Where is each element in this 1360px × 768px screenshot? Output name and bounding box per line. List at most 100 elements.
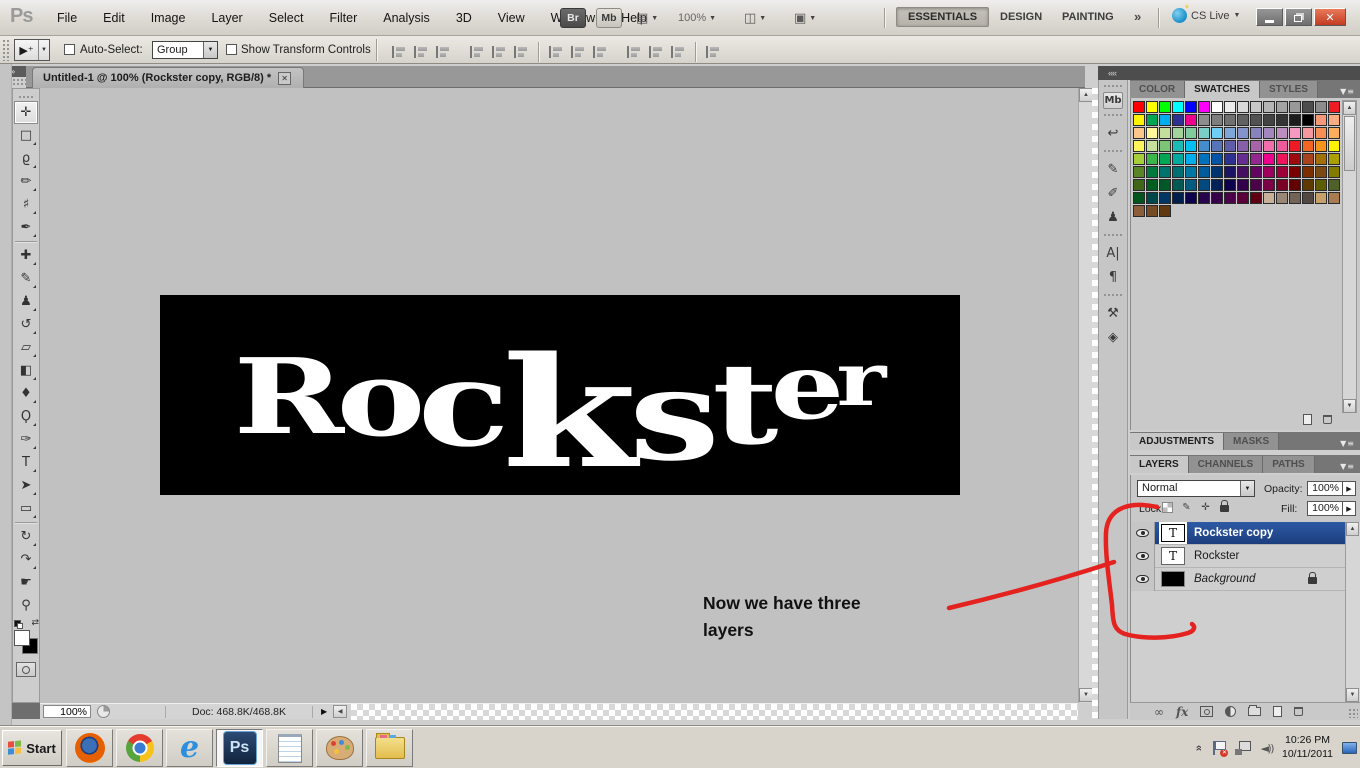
scroll-up-icon[interactable]: ▲ bbox=[1343, 101, 1356, 115]
action-center-icon[interactable]: ✕ bbox=[1211, 740, 1226, 756]
swatch[interactable] bbox=[1185, 140, 1197, 152]
swatch[interactable] bbox=[1302, 166, 1314, 178]
tools-panel-grip[interactable] bbox=[18, 95, 34, 99]
swatch[interactable] bbox=[1185, 153, 1197, 165]
swatch[interactable] bbox=[1211, 192, 1223, 204]
panel-menu-icon[interactable]: ▼≡ bbox=[1340, 439, 1360, 450]
visibility-toggle[interactable] bbox=[1131, 522, 1155, 545]
pen-tool[interactable]: ✑ bbox=[14, 428, 38, 451]
new-group-button[interactable] bbox=[1248, 707, 1261, 716]
new-swatch-button[interactable] bbox=[1300, 413, 1314, 426]
swatch[interactable] bbox=[1315, 114, 1327, 126]
layer-row-background[interactable]: Background bbox=[1131, 568, 1345, 591]
3d-camera-rotate-tool[interactable]: ↷ bbox=[14, 548, 38, 571]
workspace-tab-essentials[interactable]: ESSENTIALS bbox=[896, 7, 989, 27]
taskbar-item-photoshop[interactable]: Ps bbox=[216, 729, 263, 767]
swatch[interactable] bbox=[1211, 101, 1223, 113]
swatch[interactable] bbox=[1211, 140, 1223, 152]
3d-panel[interactable]: ◈ bbox=[1101, 325, 1125, 349]
zoom-level-control[interactable]: 100%▼ bbox=[678, 8, 716, 28]
launch-bridge-button[interactable]: Br bbox=[560, 8, 586, 28]
align-horizontal-centers-button[interactable] bbox=[490, 45, 507, 60]
menu-image[interactable]: Image bbox=[138, 11, 199, 25]
view-extras-button[interactable]: ▤▼ bbox=[636, 8, 658, 28]
swatch[interactable] bbox=[1224, 179, 1236, 191]
menu-3d[interactable]: 3D bbox=[443, 11, 485, 25]
swatch[interactable] bbox=[1315, 192, 1327, 204]
swatch[interactable] bbox=[1328, 166, 1340, 178]
brush-panel[interactable]: ✎ bbox=[1101, 157, 1125, 181]
fill-value[interactable]: 100% bbox=[1307, 501, 1343, 516]
restore-button[interactable] bbox=[1285, 8, 1312, 26]
menu-layer[interactable]: Layer bbox=[198, 11, 255, 25]
swatch[interactable] bbox=[1146, 127, 1158, 139]
swatch[interactable] bbox=[1276, 127, 1288, 139]
swatch[interactable] bbox=[1159, 140, 1171, 152]
swatch[interactable] bbox=[1172, 166, 1184, 178]
swatch[interactable] bbox=[1172, 114, 1184, 126]
opacity-value[interactable]: 100% bbox=[1307, 481, 1343, 496]
shape-tool[interactable]: ▭ bbox=[14, 497, 38, 520]
hidden-icons-chevron[interactable]: » bbox=[1193, 745, 1205, 751]
tab-color[interactable]: COLOR bbox=[1130, 81, 1185, 98]
swatch[interactable] bbox=[1224, 140, 1236, 152]
align-vertical-centers-button[interactable] bbox=[412, 45, 429, 60]
tab-layers[interactable]: LAYERS bbox=[1130, 456, 1189, 473]
swatch[interactable] bbox=[1211, 179, 1223, 191]
auto-select-checkbox[interactable] bbox=[64, 44, 75, 55]
lock-pixels-button[interactable]: ✎ bbox=[1180, 501, 1193, 514]
swatch[interactable] bbox=[1250, 192, 1262, 204]
document-canvas[interactable]: Rockster Now we have three layers bbox=[40, 88, 1078, 703]
layer-row-rockster[interactable]: T Rockster bbox=[1131, 545, 1345, 568]
swatch[interactable] bbox=[1172, 101, 1184, 113]
tab-adjustments[interactable]: ADJUSTMENTS bbox=[1130, 433, 1224, 450]
arrange-documents-button[interactable]: ◫▼ bbox=[744, 8, 766, 28]
swatch[interactable] bbox=[1159, 166, 1171, 178]
options-bar-grip[interactable] bbox=[2, 39, 10, 61]
align-bottom-edges-button[interactable] bbox=[434, 45, 451, 60]
distribute-bottom-edges-button[interactable] bbox=[591, 45, 608, 60]
taskbar-item-notepad[interactable] bbox=[266, 729, 313, 767]
taskbar-item-paint[interactable] bbox=[316, 729, 363, 767]
eyedropper-tool[interactable]: ✒ bbox=[14, 216, 38, 239]
swatch[interactable] bbox=[1237, 114, 1249, 126]
swatch[interactable] bbox=[1276, 101, 1288, 113]
swatch[interactable] bbox=[1198, 192, 1210, 204]
swatch[interactable] bbox=[1263, 153, 1275, 165]
swatch[interactable] bbox=[1315, 127, 1327, 139]
link-layers-button[interactable]: ∞ bbox=[1154, 705, 1164, 719]
dodge-tool[interactable]: Ϙ bbox=[14, 405, 38, 428]
swatch[interactable] bbox=[1250, 140, 1262, 152]
swatch[interactable] bbox=[1133, 153, 1145, 165]
swatch[interactable] bbox=[1133, 166, 1145, 178]
lock-position-button[interactable]: ✛ bbox=[1199, 501, 1212, 514]
layer-row-rockster-copy[interactable]: T Rockster copy bbox=[1131, 522, 1345, 545]
swatch[interactable] bbox=[1237, 153, 1249, 165]
swatch[interactable] bbox=[1198, 166, 1210, 178]
distribute-right-edges-button[interactable] bbox=[669, 45, 686, 60]
document-tab[interactable]: Untitled-1 @ 100% (Rockster copy, RGB/8)… bbox=[32, 67, 304, 88]
delete-swatch-button[interactable] bbox=[1320, 413, 1334, 426]
swatch[interactable] bbox=[1185, 192, 1197, 204]
swatch[interactable] bbox=[1315, 166, 1327, 178]
swatch[interactable] bbox=[1146, 179, 1158, 191]
tab-paths[interactable]: PATHS bbox=[1263, 456, 1314, 473]
swatch[interactable] bbox=[1315, 101, 1327, 113]
path-selection-tool[interactable]: ➤ bbox=[14, 474, 38, 497]
swatch[interactable] bbox=[1211, 166, 1223, 178]
eraser-tool[interactable]: ▱ bbox=[14, 336, 38, 359]
swatch[interactable] bbox=[1237, 192, 1249, 204]
swatch[interactable] bbox=[1237, 179, 1249, 191]
swatch[interactable] bbox=[1250, 114, 1262, 126]
swatch[interactable] bbox=[1133, 205, 1145, 217]
swatch[interactable] bbox=[1328, 114, 1340, 126]
swatch[interactable] bbox=[1159, 101, 1171, 113]
swatch[interactable] bbox=[1289, 192, 1301, 204]
history-panel[interactable]: ↩ bbox=[1101, 121, 1125, 145]
new-adjustment-layer-button[interactable] bbox=[1225, 706, 1236, 717]
swatch[interactable] bbox=[1133, 127, 1145, 139]
swatch[interactable] bbox=[1185, 114, 1197, 126]
distribute-top-edges-button[interactable] bbox=[547, 45, 564, 60]
swatch[interactable] bbox=[1302, 179, 1314, 191]
brush-presets-panel[interactable]: ✐ bbox=[1101, 181, 1125, 205]
